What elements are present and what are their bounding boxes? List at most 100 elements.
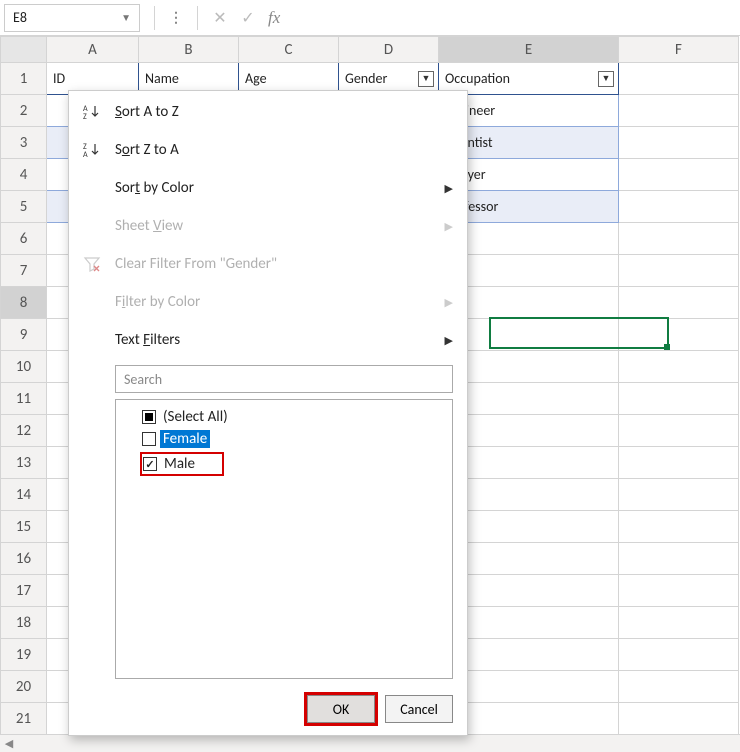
cell[interactable] [619,671,739,703]
filter-values-list[interactable]: (Select All) Female Male [115,399,453,679]
row-header-4[interactable]: 4 [1,159,47,191]
cell[interactable] [619,703,739,735]
cell[interactable] [619,159,739,191]
name-box-value: E8 [13,9,121,26]
cell[interactable] [619,479,739,511]
menu-label: Text Filters [115,331,433,349]
sort-by-color[interactable]: Sort by Color ▶ [69,169,467,207]
filter-item-label: (Select All) [160,408,231,426]
menu-label: Sort by Color [115,179,433,197]
sort-a-to-z[interactable]: AZ Sort A to Z [69,93,467,131]
row-header-3[interactable]: 3 [1,127,47,159]
col-header-d[interactable]: D [339,37,439,63]
row-header-19[interactable]: 19 [1,639,47,671]
col-header-b[interactable]: B [139,37,239,63]
filter-item-label: Male [161,455,198,473]
filter-search-wrap [115,365,453,393]
row-header-11[interactable]: 11 [1,383,47,415]
cell[interactable] [619,127,739,159]
filter-search-input[interactable] [115,365,453,393]
row-header-6[interactable]: 6 [1,223,47,255]
cell[interactable] [619,351,739,383]
cell[interactable] [619,95,739,127]
cancel-button[interactable]: Cancel [385,695,453,723]
row-header-12[interactable]: 12 [1,415,47,447]
cell[interactable] [619,63,739,95]
checkbox-indeterminate-icon[interactable] [142,410,156,424]
row-header-8[interactable]: 8 [1,287,47,319]
row-header-2[interactable]: 2 [1,95,47,127]
clear-filter: Clear Filter From "Gender" [69,245,467,283]
cell[interactable] [619,255,739,287]
name-box-dropdown-icon[interactable]: ▼ [121,11,131,24]
row-header-17[interactable]: 17 [1,575,47,607]
row-header-21[interactable]: 21 [1,703,47,735]
col-header-a[interactable]: A [47,37,139,63]
sort-z-to-a[interactable]: ZA Sort Z to A [69,131,467,169]
formula-bar-options-icon[interactable]: ⋮ [165,9,187,26]
checkbox-checked-icon[interactable] [143,457,157,471]
cell[interactable] [619,607,739,639]
menu-label: Filter by Color [115,293,433,311]
separator [197,6,198,30]
checkbox-unchecked-icon[interactable] [142,432,156,446]
sort-za-icon: ZA [81,139,103,161]
cell[interactable] [619,383,739,415]
text-filters[interactable]: Text Filters ▶ [69,321,467,359]
cell[interactable] [619,415,739,447]
submenu-arrow-icon: ▶ [445,296,453,309]
row-header-20[interactable]: 20 [1,671,47,703]
scroll-left-icon[interactable]: ◀ [0,737,18,750]
sheet-view: Sheet View ▶ [69,207,467,245]
row-header-9[interactable]: 9 [1,319,47,351]
filter-button-occupation[interactable]: ▼ [598,71,614,87]
blank-icon [81,329,103,351]
row-header-5[interactable]: 5 [1,191,47,223]
cell[interactable] [619,543,739,575]
filter-check-select-all[interactable]: (Select All) [120,406,448,428]
sort-az-icon: AZ [81,101,103,123]
cell[interactable] [619,223,739,255]
horizontal-scrollbar[interactable]: ◀ [0,734,740,752]
cell[interactable] [619,191,739,223]
filter-buttons: OK Cancel [69,687,467,735]
filter-check-male[interactable]: Male [120,450,448,478]
col-header-e[interactable]: E [439,37,619,63]
cell[interactable] [619,575,739,607]
row-header-14[interactable]: 14 [1,479,47,511]
cell[interactable] [619,447,739,479]
row-header-18[interactable]: 18 [1,607,47,639]
enter-icon: ✓ [236,6,260,30]
row-header-16[interactable]: 16 [1,543,47,575]
filter-item-label: Female [160,430,210,448]
cell[interactable] [619,639,739,671]
submenu-arrow-icon: ▶ [445,334,453,347]
select-all-corner[interactable] [1,37,47,63]
menu-label: Sheet View [115,217,433,235]
filter-by-color: Filter by Color ▶ [69,283,467,321]
cell[interactable] [619,319,739,351]
filter-check-female[interactable]: Female [120,428,448,450]
menu-label: Clear Filter From "Gender" [115,255,453,273]
cell[interactable] [619,287,739,319]
name-box[interactable]: E8 ▼ [4,4,140,32]
row-header-13[interactable]: 13 [1,447,47,479]
row-header-10[interactable]: 10 [1,351,47,383]
separator [154,6,155,30]
row-header-15[interactable]: 15 [1,511,47,543]
ok-button[interactable]: OK [307,695,375,723]
row-header-1[interactable]: 1 [1,63,47,95]
row-header-7[interactable]: 7 [1,255,47,287]
submenu-arrow-icon: ▶ [445,182,453,195]
col-header-c[interactable]: C [239,37,339,63]
clear-filter-icon [81,253,103,275]
svg-text:Z: Z [83,112,87,121]
insert-function-icon[interactable]: fx [268,8,280,28]
blank-icon [81,215,103,237]
svg-text:A: A [83,150,88,159]
filter-button-gender[interactable]: ▼ [418,71,434,87]
cell[interactable] [619,511,739,543]
menu-label: Sort A to Z [115,103,453,121]
col-header-f[interactable]: F [619,37,739,63]
cancel-icon: ✕ [208,6,232,30]
